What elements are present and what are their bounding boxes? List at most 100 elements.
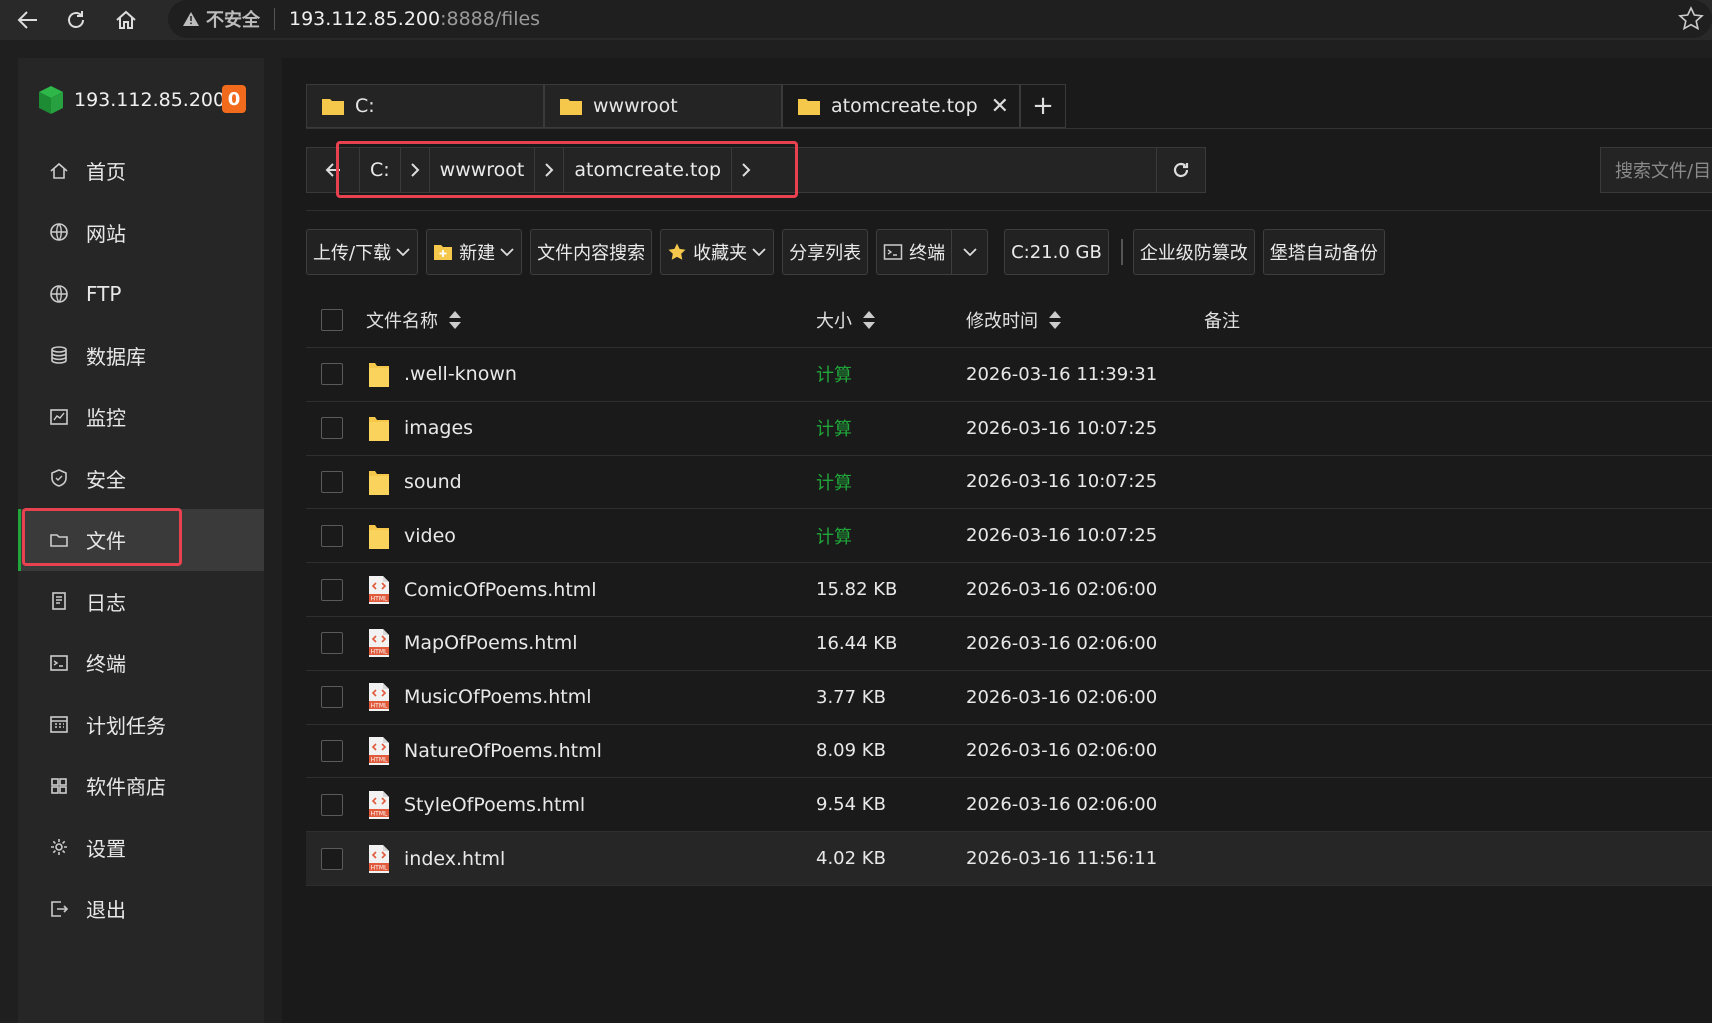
breadcrumb-c[interactable]: C:	[359, 148, 400, 192]
file-search-input[interactable]: 搜索文件/目	[1600, 147, 1712, 193]
row-checkbox[interactable]	[321, 470, 343, 493]
share-list-button[interactable]: 分享列表	[782, 229, 869, 275]
column-name-header[interactable]: 文件名称	[366, 307, 462, 333]
file-name[interactable]: ComicOfPoems.html	[404, 579, 597, 601]
refresh-button[interactable]	[1156, 147, 1206, 193]
breadcrumb-wwwroot[interactable]: wwwroot	[428, 148, 535, 192]
column-note-header: 备注	[1204, 307, 1240, 333]
table-row[interactable]: HTML MapOfPoems.html 16.44 KB 2026-03-16 02…	[306, 617, 1712, 671]
server-header: 193.112.85.200	[36, 80, 225, 120]
table-row[interactable]: .well-known 计算 2026-03-16 11:39:31	[306, 348, 1712, 402]
bookmark-star-icon[interactable]	[1678, 6, 1704, 36]
sidebar-item-label: 文件	[86, 529, 126, 554]
file-name[interactable]: sound	[404, 471, 462, 493]
file-size: 16.44 KB	[816, 632, 898, 654]
disk-usage-button[interactable]: C:21.0 GB	[1004, 229, 1109, 275]
file-name-cell: .well-known	[366, 358, 517, 390]
sidebar-item-ftp[interactable]: FTP	[18, 263, 264, 325]
row-checkbox[interactable]	[321, 847, 343, 870]
terminal-icon	[48, 652, 70, 674]
chevron-down-icon	[396, 248, 410, 257]
upload-download-button[interactable]: 上传/下载	[306, 229, 419, 275]
auto-backup-button[interactable]: 堡塔自动备份	[1262, 229, 1385, 275]
html-file-icon: HTML	[366, 681, 392, 713]
html-file-icon: HTML	[366, 735, 392, 767]
content-search-button[interactable]: 文件内容搜索	[530, 229, 653, 275]
new-button[interactable]: 新建	[426, 229, 523, 275]
bt-logo-icon	[39, 86, 63, 114]
table-row[interactable]: HTML MusicOfPoems.html 3.77 KB 2026-03-16 0…	[306, 671, 1712, 725]
table-row[interactable]: HTML ComicOfPoems.html 15.82 KB 2026-03-16 …	[306, 563, 1712, 617]
file-size: 8.09 KB	[816, 740, 886, 762]
terminal-dropdown-button[interactable]	[952, 229, 989, 275]
tab-c-drive[interactable]: C:	[306, 84, 544, 128]
file-name[interactable]: StyleOfPoems.html	[404, 794, 585, 816]
select-all-checkbox[interactable]	[321, 309, 343, 331]
chevron-right-icon[interactable]	[399, 148, 429, 192]
sidebar-item-cron[interactable]: 计划任务	[18, 694, 264, 756]
header-label: 文件名称	[366, 311, 438, 332]
sidebar-item-store[interactable]: 软件商店	[18, 755, 264, 817]
favorites-button[interactable]: 收藏夹	[660, 229, 775, 275]
chevron-right-icon[interactable]	[534, 148, 563, 192]
calculate-size-link[interactable]: 计算	[816, 361, 852, 387]
calculate-size-link[interactable]: 计算	[816, 523, 852, 549]
notification-badge[interactable]: 0	[222, 85, 246, 113]
sidebar-item-security[interactable]: 安全	[18, 448, 264, 510]
sidebar-item-logout[interactable]: 退出	[18, 878, 264, 940]
calculate-size-link[interactable]: 计算	[816, 469, 852, 495]
file-name[interactable]: images	[404, 417, 473, 439]
folder-icon	[366, 358, 392, 390]
tab-wwwroot[interactable]: wwwroot	[544, 84, 782, 128]
close-icon[interactable]: ✕	[991, 94, 1009, 119]
row-checkbox[interactable]	[321, 686, 343, 709]
sidebar-item-website[interactable]: 网站	[18, 202, 264, 264]
file-name[interactable]: MusicOfPoems.html	[404, 686, 592, 708]
path-back-button[interactable]	[307, 148, 359, 192]
file-name[interactable]: video	[404, 525, 456, 547]
file-name[interactable]: NatureOfPoems.html	[404, 740, 602, 762]
add-tab-button[interactable]: +	[1020, 84, 1066, 128]
row-checkbox[interactable]	[321, 417, 343, 440]
file-table: 文件名称 大小 修改时间 备注 .well-known 计算 2026-03-16 …	[306, 293, 1712, 886]
tamper-protection-button[interactable]: 企业级防篡改	[1132, 229, 1255, 275]
address-bar[interactable]: 不安全 193.112.85.200:8888/files	[168, 0, 1712, 38]
sidebar-item-home[interactable]: 首页	[18, 140, 264, 202]
row-checkbox[interactable]	[321, 524, 343, 547]
file-name[interactable]: index.html	[404, 848, 505, 870]
sidebar-item-database[interactable]: 数据库	[18, 325, 264, 387]
row-checkbox[interactable]	[321, 578, 343, 601]
column-time-header[interactable]: 修改时间	[966, 307, 1062, 333]
tab-atomcreate[interactable]: atomcreate.top ✕	[782, 84, 1020, 128]
breadcrumb-atomcreate[interactable]: atomcreate.top	[563, 148, 731, 192]
file-name[interactable]: MapOfPoems.html	[404, 632, 578, 654]
path-bar: C: wwwroot atomcreate.top	[306, 147, 1206, 193]
table-row[interactable]: HTML index.html 4.02 KB 2026-03-16 11:56:11	[306, 832, 1712, 886]
sidebar-item-monitor[interactable]: 监控	[18, 386, 264, 448]
security-warning[interactable]: 不安全	[182, 6, 260, 32]
terminal-split-button: 终端	[876, 229, 1004, 275]
sidebar-item-logs[interactable]: 日志	[18, 571, 264, 633]
column-size-header[interactable]: 大小	[816, 307, 876, 333]
table-row[interactable]: HTML NatureOfPoems.html 8.09 KB 2026-03-16 …	[306, 725, 1712, 779]
file-name[interactable]: .well-known	[404, 363, 517, 385]
home-icon[interactable]	[108, 2, 144, 38]
row-checkbox[interactable]	[321, 363, 343, 386]
table-row[interactable]: HTML StyleOfPoems.html 9.54 KB 2026-03-16 0…	[306, 778, 1712, 833]
sort-icon	[1049, 311, 1061, 329]
calculate-size-link[interactable]: 计算	[816, 415, 852, 441]
row-checkbox[interactable]	[321, 739, 343, 762]
terminal-button[interactable]: 终端	[876, 229, 953, 275]
table-row[interactable]: images 计算 2026-03-16 10:07:25	[306, 402, 1712, 456]
back-arrow-icon[interactable]	[10, 2, 46, 38]
chevron-right-icon[interactable]	[731, 148, 760, 192]
table-row[interactable]: sound 计算 2026-03-16 10:07:25	[306, 456, 1712, 510]
sidebar-item-files[interactable]: 文件	[18, 509, 264, 571]
row-checkbox[interactable]	[321, 793, 343, 816]
sort-icon	[449, 311, 461, 329]
row-checkbox[interactable]	[321, 632, 343, 655]
sidebar-item-terminal[interactable]: 终端	[18, 632, 264, 694]
reload-icon[interactable]	[58, 2, 94, 38]
table-row[interactable]: video 计算 2026-03-16 10:07:25	[306, 509, 1712, 564]
sidebar-item-settings[interactable]: 设置	[18, 817, 264, 879]
